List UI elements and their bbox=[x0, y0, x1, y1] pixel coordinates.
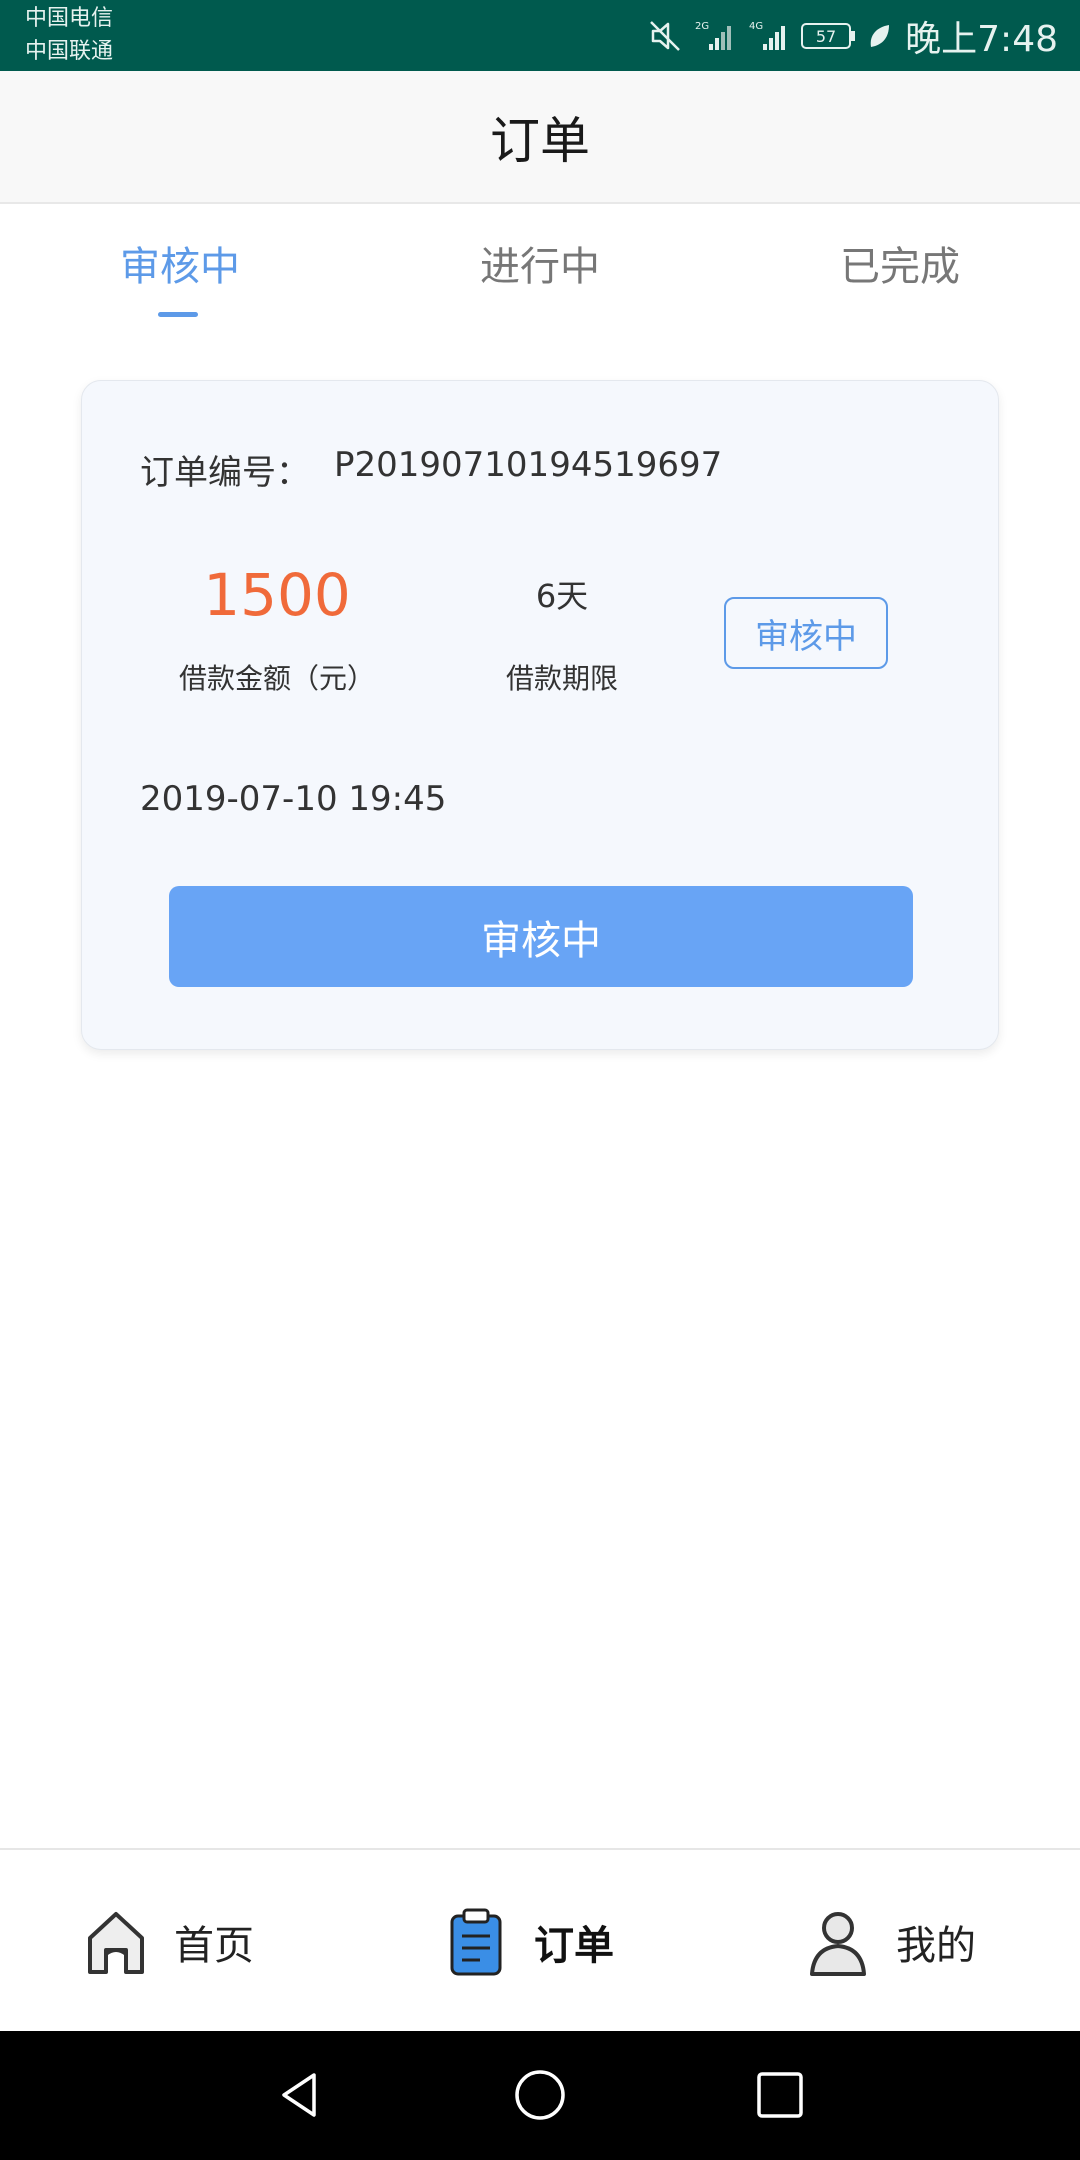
order-number-row: 订单编号： P20190710194519697 bbox=[140, 445, 722, 494]
carrier-label-2: 中国联通 bbox=[25, 39, 114, 64]
order-tabs: 审核中 进行中 已完成 bbox=[0, 204, 1080, 324]
order-number-label: 订单编号： bbox=[140, 453, 310, 493]
leaf-icon bbox=[867, 21, 891, 51]
network-label-2: 4G bbox=[749, 21, 763, 32]
profile-icon bbox=[806, 1906, 870, 1978]
home-icon bbox=[84, 1906, 148, 1978]
back-icon[interactable] bbox=[268, 2063, 332, 2127]
loan-term-value: 6天 bbox=[535, 577, 589, 615]
status-time: 晚上7:48 bbox=[905, 19, 1058, 60]
carrier-label-1: 中国电信 bbox=[25, 6, 114, 31]
active-tab-indicator bbox=[158, 312, 198, 317]
bottom-nav: 首页 订单 我的 bbox=[0, 1848, 1080, 2031]
mute-icon bbox=[647, 18, 683, 54]
loan-term-block: 6天 借款期限 bbox=[467, 574, 657, 697]
signal-icon-4g: 4G bbox=[747, 18, 791, 54]
nav-item-orders[interactable]: 订单 bbox=[444, 1850, 614, 2033]
status-bar: 中国电信 中国联通 2G 4G 57 晚上7:48 bbox=[0, 0, 1080, 71]
status-indicators: 2G 4G 57 晚上7:48 bbox=[647, 10, 1058, 62]
battery-icon: 57 bbox=[801, 21, 857, 51]
order-card: 订单编号： P20190710194519697 1500 借款金额（元） 6天… bbox=[81, 380, 999, 1050]
loan-amount-value: 1500 bbox=[203, 561, 351, 629]
nav-item-home[interactable]: 首页 bbox=[84, 1850, 254, 2033]
orders-icon bbox=[444, 1906, 508, 1978]
nav-label-profile: 我的 bbox=[896, 1922, 976, 1969]
tab-in-progress[interactable]: 进行中 bbox=[480, 234, 600, 292]
tab-completed[interactable]: 已完成 bbox=[840, 234, 960, 292]
system-nav-bar bbox=[0, 2031, 1080, 2160]
order-status-button[interactable]: 审核中 bbox=[169, 886, 913, 987]
loan-term-label: 借款期限 bbox=[505, 662, 618, 695]
loan-amount-label: 借款金额（元） bbox=[178, 662, 375, 695]
signal-icon-2g: 2G bbox=[693, 18, 737, 54]
recent-apps-icon[interactable] bbox=[748, 2063, 812, 2127]
nav-label-orders: 订单 bbox=[534, 1922, 614, 1969]
tab-reviewing[interactable]: 审核中 bbox=[120, 234, 240, 292]
network-label-1: 2G bbox=[695, 21, 709, 32]
order-number: P20190710194519697 bbox=[334, 445, 723, 485]
battery-level: 57 bbox=[816, 27, 836, 46]
order-status-badge: 审核中 bbox=[724, 597, 888, 669]
title-bar: 订单 bbox=[0, 71, 1080, 204]
loan-amount-block: 1500 借款金额（元） bbox=[162, 561, 392, 697]
nav-label-home: 首页 bbox=[174, 1922, 254, 1969]
page-title: 订单 bbox=[490, 111, 590, 170]
order-page: 中国电信 中国联通 2G 4G 57 晚上7:48 订单 审核中 进行中 已完成… bbox=[0, 0, 1080, 2160]
order-date: 2019-07-10 19:45 bbox=[140, 779, 447, 819]
home-circle-icon[interactable] bbox=[508, 2063, 572, 2127]
nav-item-profile[interactable]: 我的 bbox=[806, 1850, 976, 2033]
